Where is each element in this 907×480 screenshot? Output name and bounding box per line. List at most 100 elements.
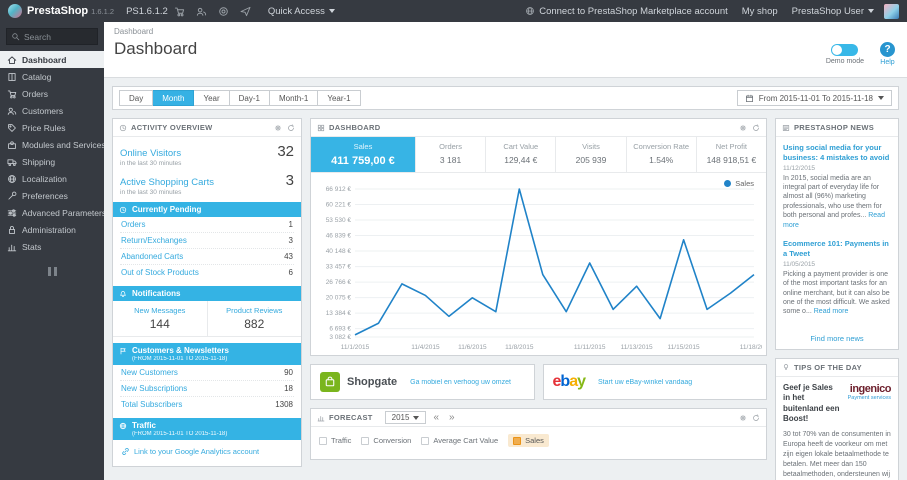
lifering-icon[interactable] [214, 6, 234, 17]
sales-line-chart[interactable]: 66 912 € 60 221 € 53 530 € 46 839 € 40 148 €… [315, 177, 762, 353]
activity-overview-panel: ACTIVITY OVERVIEW Online Visitors 32 in … [112, 118, 302, 467]
range-button-month-1[interactable]: Month-1 [269, 90, 319, 106]
activity-row[interactable]: Return/Exchanges 3 [120, 233, 294, 249]
kpi-orders[interactable]: Orders 3 181 [416, 137, 487, 172]
range-button-day-1[interactable]: Day-1 [229, 90, 270, 106]
demo-mode-label: Demo mode [825, 57, 864, 65]
activity-row-label: New Subscriptions [121, 384, 188, 393]
refresh-icon[interactable] [752, 414, 760, 422]
activity-row[interactable]: Out of Stock Products 6 [120, 265, 294, 280]
demo-mode-toggle[interactable] [831, 43, 859, 56]
configure-icon[interactable] [739, 124, 747, 132]
date-range-picker[interactable]: From 2015-11-01 To 2015-11-18 [736, 90, 892, 106]
calendar-icon [745, 94, 754, 103]
quick-access-menu[interactable]: Quick Access [268, 6, 335, 17]
activity-icon [119, 124, 127, 132]
activity-row-value: 1308 [275, 400, 293, 409]
notification-cell[interactable]: Product Reviews 882 [206, 301, 302, 336]
sidebar-item-preferences[interactable]: Preferences [0, 187, 104, 204]
sidebar-item-dashboard[interactable]: Dashboard [0, 51, 104, 68]
sidebar-search[interactable] [6, 28, 98, 45]
activity-row[interactable]: Total Subscribers 1308 [120, 397, 294, 412]
cart-icon[interactable] [170, 6, 190, 17]
range-button-year-1[interactable]: Year-1 [318, 90, 361, 106]
online-visitors-link[interactable]: Online Visitors [120, 148, 181, 159]
customers-newsletters-header: Customers & Newsletters (FROM 2015-11-01… [113, 343, 301, 365]
activity-row[interactable]: Abandoned Carts 43 [120, 249, 294, 265]
kpi-sales[interactable]: Sales 411 759,00 € [311, 137, 416, 172]
configure-icon[interactable] [274, 124, 282, 132]
sidebar-item-shipping[interactable]: Shipping [0, 153, 104, 170]
year-select[interactable]: 2015 [384, 411, 427, 424]
user-menu[interactable]: PrestaShop User [792, 6, 874, 17]
news-article-link[interactable]: Ecommerce 101: Payments in a Tweet [783, 239, 891, 259]
section-title: Customers & Newsletters [132, 346, 229, 355]
activity-row[interactable]: New Customers 90 [120, 365, 294, 381]
sidebar-item-advanced-parameters[interactable]: Advanced Parameters [0, 204, 104, 221]
notification-label: New Messages [134, 306, 186, 315]
kpi-visits[interactable]: Visits 205 939 [556, 137, 627, 172]
sidebar-item-customers[interactable]: Customers [0, 102, 104, 119]
forecast-legend-item-average-cart-value[interactable]: Average Cart Value [421, 436, 498, 445]
forecast-legend-item-sales[interactable]: Sales [508, 434, 549, 447]
search-input[interactable] [24, 31, 93, 42]
collapse-sidebar-button[interactable] [0, 267, 104, 276]
section-subtitle: (FROM 2015-11-01 TO 2015-11-18) [132, 356, 228, 362]
sidebar-nav: Dashboard Catalog Orders Customers Price… [0, 51, 104, 255]
notification-cell[interactable]: New Messages 144 [113, 301, 207, 336]
shopgate-promo[interactable]: Shopgate Ga mobiel en verhoog uw omzet [310, 364, 535, 400]
brand-name: PrestaShop [27, 5, 89, 17]
news-article-date: 11/12/2015 [783, 164, 816, 172]
sidebar-item-localization[interactable]: Localization [0, 170, 104, 187]
active-carts-link[interactable]: Active Shopping Carts [120, 177, 214, 188]
sidebar-item-catalog[interactable]: Catalog [0, 68, 104, 85]
help-icon[interactable]: ? [880, 42, 895, 57]
breadcrumb: Dashboard [114, 27, 154, 36]
sidebar-item-price-rules[interactable]: Price Rules [0, 119, 104, 136]
range-button-year[interactable]: Year [194, 90, 230, 106]
avatar[interactable] [884, 3, 899, 19]
activity-row[interactable]: New Subscriptions 18 [120, 381, 294, 397]
google-analytics-link[interactable]: Link to your Google Analytics account [120, 440, 294, 460]
range-button-month[interactable]: Month [153, 90, 195, 106]
paper-plane-icon[interactable] [236, 6, 256, 17]
sidebar-item-administration[interactable]: Administration [0, 221, 104, 238]
active-carts-value: 3 [285, 172, 294, 189]
refresh-icon[interactable] [752, 124, 760, 132]
ebay-link[interactable]: Start uw eBay-winkel vandaag [598, 379, 692, 386]
section-title: Traffic [132, 421, 157, 430]
users-icon [7, 106, 17, 116]
news-article-link[interactable]: Using social media for your business: 4 … [783, 143, 891, 163]
kpi-value: 148 918,51 € [706, 155, 757, 165]
kpi-cart-value[interactable]: Cart Value 129,44 € [486, 137, 557, 172]
panel-title: DASHBOARD [329, 123, 381, 132]
svg-text:46 839 €: 46 839 € [326, 233, 352, 240]
activity-row[interactable]: Orders 1 [120, 217, 294, 233]
my-shop-link[interactable]: My shop [742, 6, 778, 17]
sidebar-item-label: Catalog [22, 71, 52, 82]
range-button-day[interactable]: Day [119, 90, 154, 106]
marketplace-link[interactable]: Connect to PrestaShop Marketplace accoun… [525, 6, 728, 17]
svg-text:11/1/2015: 11/1/2015 [341, 344, 370, 351]
ebay-promo[interactable]: ebay Start uw eBay-winkel vandaag [542, 364, 767, 400]
forecast-legend-item-conversion[interactable]: Conversion [361, 436, 411, 445]
next-year-button[interactable]: » [446, 412, 458, 423]
customers-icon[interactable] [192, 6, 212, 17]
forecast-legend-item-traffic[interactable]: Traffic [319, 436, 351, 445]
caret-down-icon [878, 96, 884, 100]
read-more-link[interactable]: Read more [814, 308, 849, 315]
sidebar-item-orders[interactable]: Orders [0, 85, 104, 102]
kpi-net-profit[interactable]: Net Profit 148 918,51 € [697, 137, 766, 172]
date-range-label: From 2015-11-01 To 2015-11-18 [758, 93, 873, 103]
refresh-icon[interactable] [287, 124, 295, 132]
find-more-news-link[interactable]: Find more news [776, 332, 898, 349]
shopgate-link[interactable]: Ga mobiel en verhoog uw omzet [410, 379, 511, 386]
chart-legend[interactable]: Sales [724, 179, 754, 188]
kpi-conversion-rate[interactable]: Conversion Rate 1.54% [627, 137, 697, 172]
previous-year-button[interactable]: « [430, 412, 442, 423]
sidebar-item-stats[interactable]: Stats [0, 238, 104, 255]
configure-icon[interactable] [739, 414, 747, 422]
sidebar-item-modules[interactable]: Modules and Services [0, 136, 104, 153]
activity-row-value: 6 [288, 268, 293, 277]
kpi-value: 411 759,00 € [331, 155, 395, 167]
